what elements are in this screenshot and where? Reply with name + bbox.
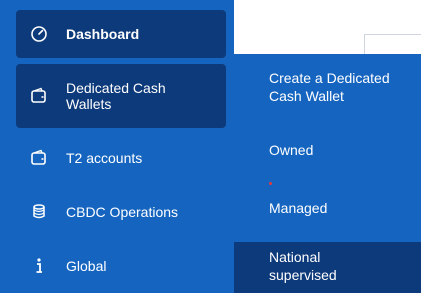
sidebar-item-t2-accounts[interactable]: T2 accounts (16, 140, 226, 176)
search-field-edge[interactable] (364, 34, 421, 56)
submenu-item-national-supervised[interactable]: National supervised (234, 242, 421, 293)
wallet-icon (29, 86, 49, 106)
submenu-item-label: National supervised (269, 249, 337, 283)
submenu-item-managed[interactable]: Managed (234, 199, 421, 221)
sidebar-item-cbdc-operations[interactable]: CBDC Operations (16, 194, 226, 230)
sidebar-item-label: CBDC Operations (66, 204, 179, 220)
sidebar-item-label: Global (66, 258, 107, 274)
info-icon (29, 256, 49, 276)
submenu-item-label: Managed (269, 200, 328, 216)
sidebar-item-global[interactable]: Global (16, 248, 226, 284)
submenu-item-label: Owned (269, 142, 314, 158)
sidebar-item-dashboard[interactable]: Dashboard (16, 10, 226, 58)
submenu-item-create-wallet[interactable]: Create a Dedicated Cash Wallet (234, 69, 421, 109)
indicator-dot (269, 182, 272, 185)
sidebar-item-label: Dashboard (66, 26, 140, 42)
wallet-icon (29, 148, 49, 168)
sidebar-item-label: Dedicated Cash Wallets (66, 80, 166, 112)
coins-icon (29, 202, 49, 222)
sidebar: Dashboard Dedicated Cash Wallets T2 acco… (0, 0, 234, 293)
gauge-icon (29, 24, 49, 44)
submenu-item-label: Create a Dedicated Cash Wallet (269, 70, 390, 104)
submenu-item-owned[interactable]: Owned (234, 141, 421, 163)
dedicated-cash-wallets-submenu: Create a Dedicated Cash Wallet Owned Man… (234, 54, 421, 293)
sidebar-item-dedicated-cash-wallets[interactable]: Dedicated Cash Wallets (16, 64, 226, 128)
sidebar-item-label: T2 accounts (66, 150, 143, 166)
